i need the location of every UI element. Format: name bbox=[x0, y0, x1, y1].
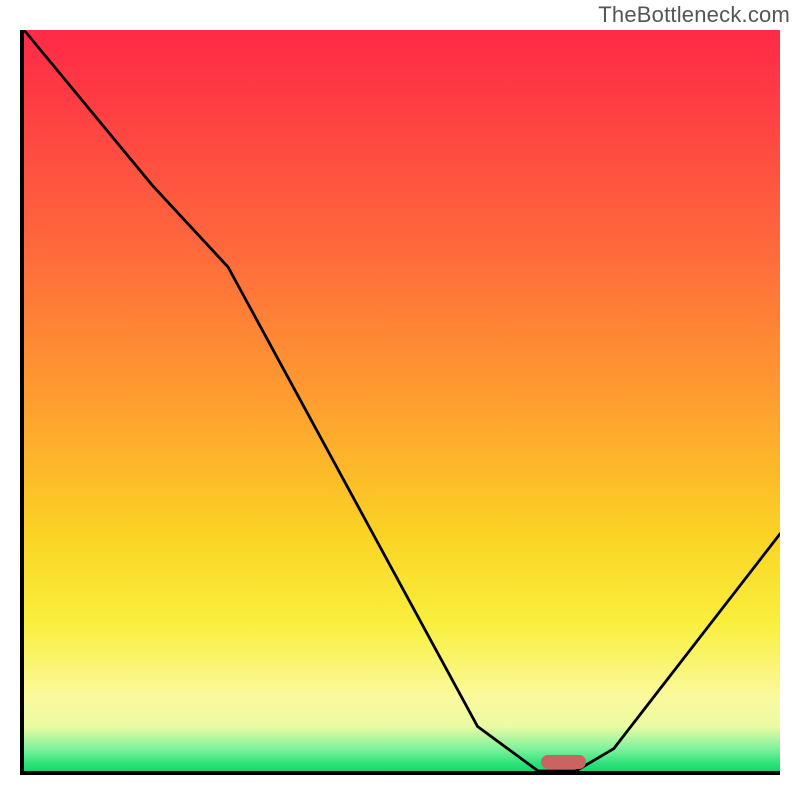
bottleneck-curve bbox=[24, 30, 780, 771]
watermark-text: TheBottleneck.com bbox=[598, 2, 790, 28]
optimal-marker bbox=[541, 755, 587, 769]
chart-container: TheBottleneck.com bbox=[0, 0, 800, 800]
plot-area bbox=[20, 30, 780, 775]
